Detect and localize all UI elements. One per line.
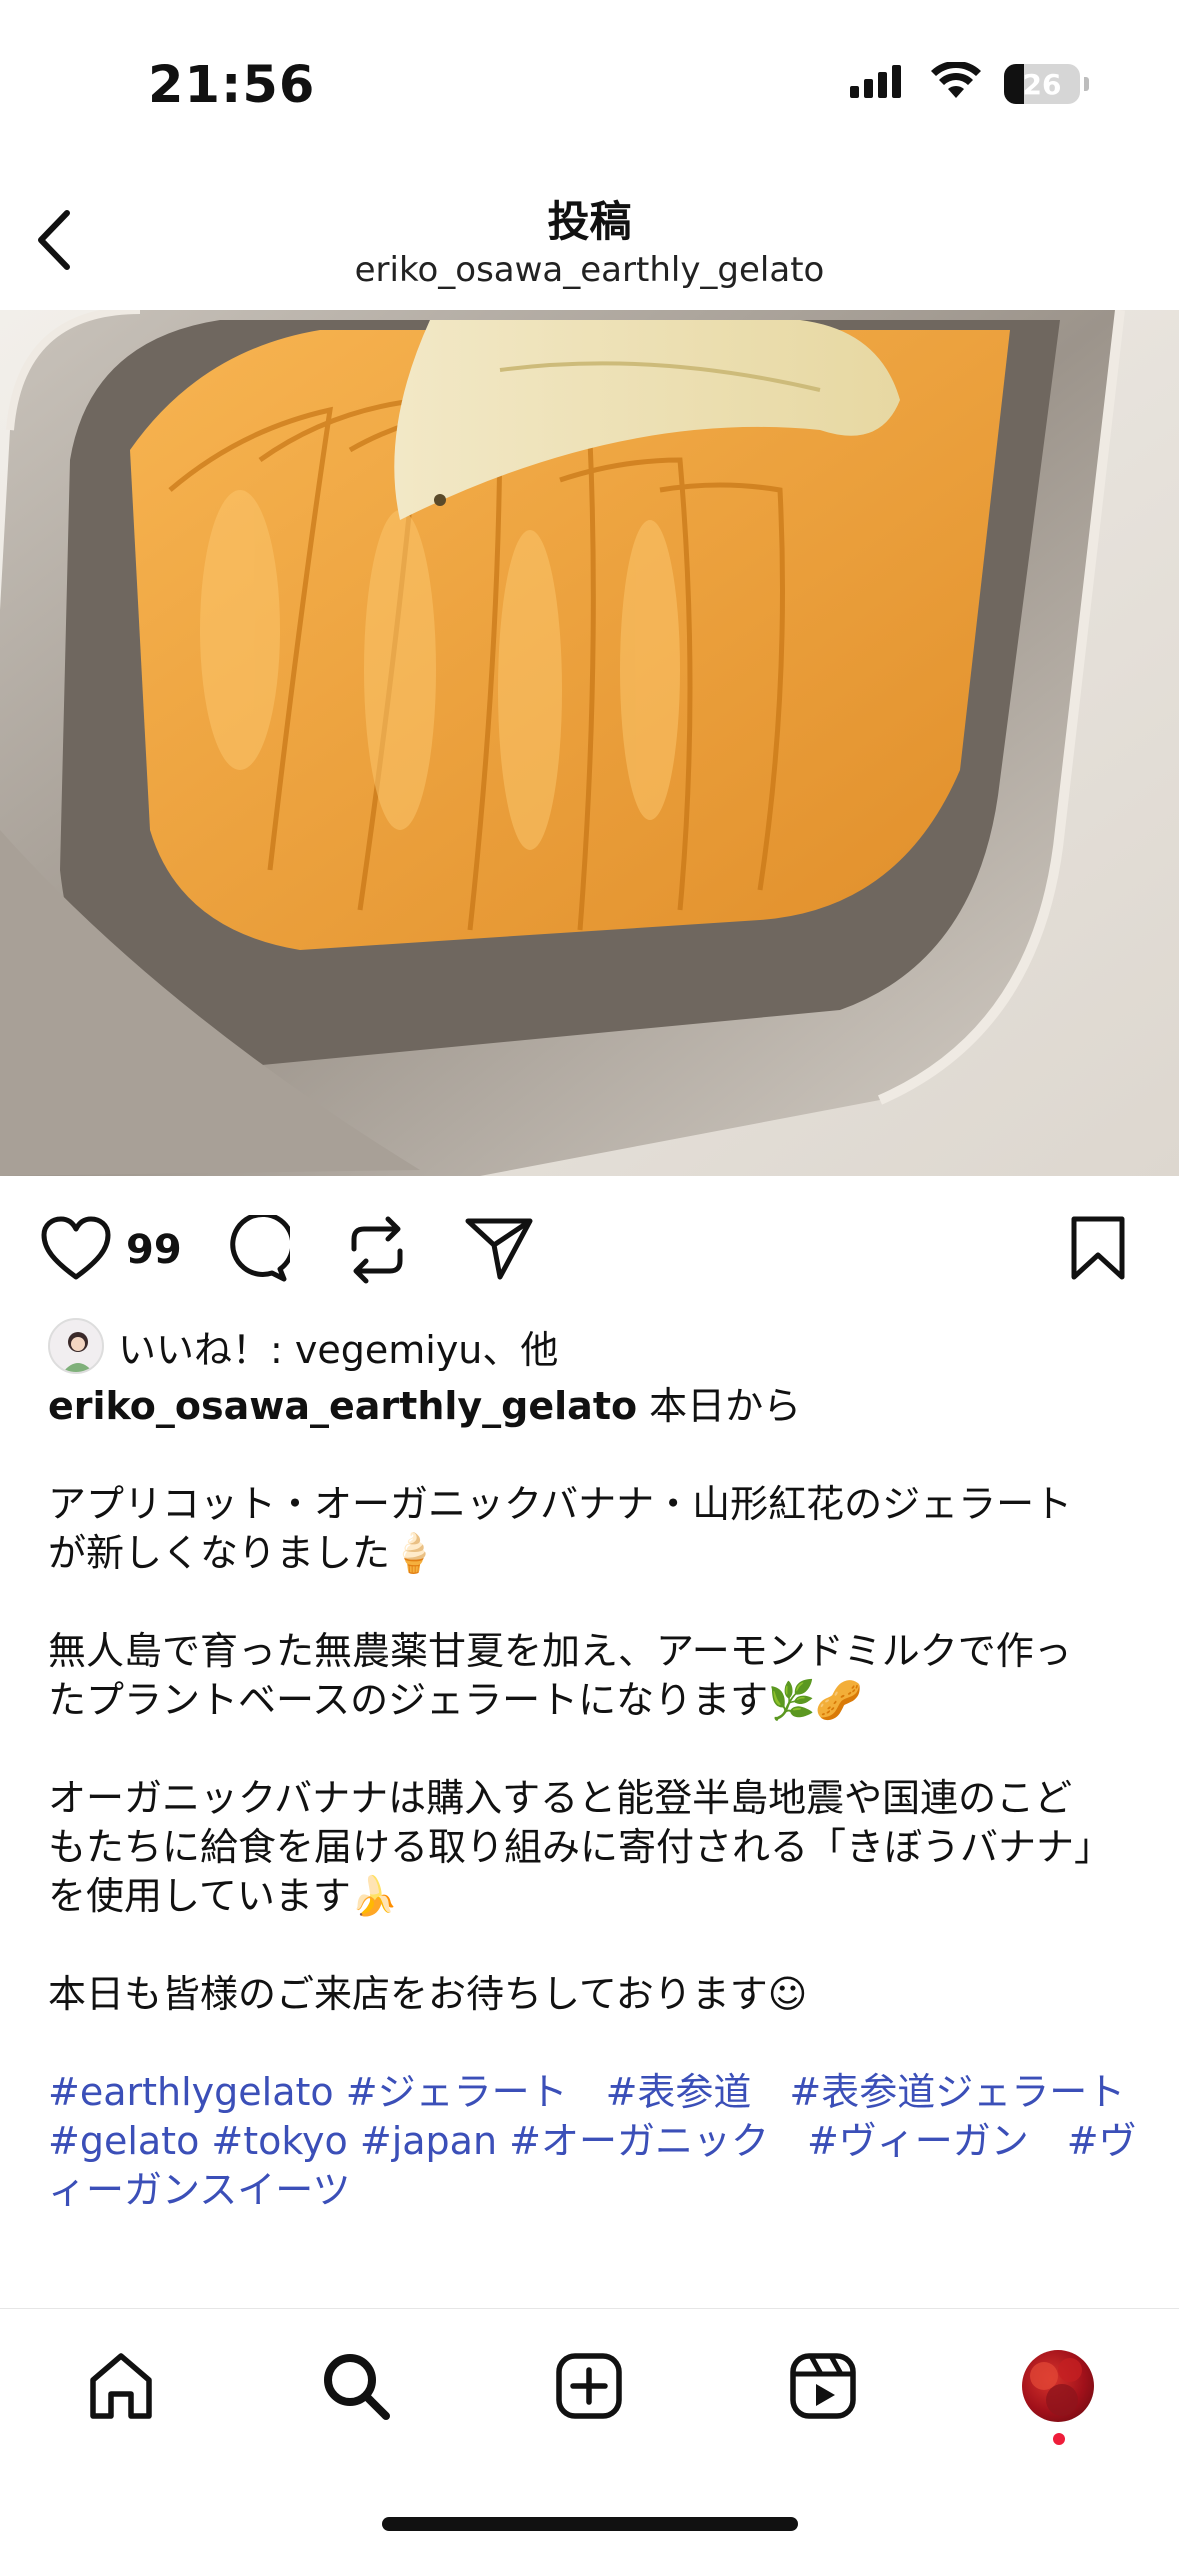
caption-line: たプラントベースのジェラートになります🌿🥜 — [48, 1678, 863, 1722]
post-actions: 99 — [0, 1205, 1179, 1305]
reels-icon — [790, 2353, 856, 2419]
page-title: 投稿 — [547, 197, 632, 246]
signal-icon — [850, 64, 908, 104]
caption-username[interactable]: eriko_osawa_earthly_gelato — [48, 1384, 637, 1428]
status-icons: 26 — [850, 60, 1089, 106]
post-caption: eriko_osawa_earthly_gelato 本日から アプリコット・オ… — [48, 1382, 1138, 2215]
avatar[interactable] — [48, 1318, 104, 1374]
search-icon — [324, 2354, 390, 2420]
caption-line: アプリコット・オーガニックバナナ・山形紅花のジェラート — [48, 1482, 1073, 1526]
likes-text: いいね！: vegemiyu、他 — [118, 1327, 559, 1372]
home-indicator — [382, 2517, 798, 2531]
notification-dot — [1053, 2433, 1065, 2445]
gelato-photo — [0, 310, 1179, 1176]
repost-icon — [351, 1216, 403, 1284]
nav-reels[interactable] — [778, 2341, 868, 2431]
comment-icon — [230, 1215, 290, 1282]
profile-avatar — [1022, 2350, 1094, 2422]
like-count[interactable]: 99 — [126, 1227, 182, 1273]
hashtag-line[interactable]: #earthlygelato #ジェラート #表参道 #表参道ジェラート — [48, 2068, 1138, 2117]
like-group: 99 — [40, 1215, 182, 1285]
heart-icon[interactable] — [40, 1215, 112, 1285]
hashtag-line[interactable]: ィーガンスイーツ — [48, 2166, 1138, 2215]
repost-button[interactable] — [344, 1215, 410, 1285]
battery-icon: 26 — [1004, 64, 1080, 104]
post-header: 投稿 eriko_osawa_earthly_gelato — [0, 160, 1179, 310]
caption-line: 本日も皆様のご来店をお待ちしております☺ — [48, 1972, 808, 2016]
nav-profile[interactable] — [1013, 2341, 1103, 2431]
status-time: 21:56 — [148, 56, 316, 115]
nav-home[interactable] — [76, 2341, 166, 2431]
caption-line: もたちに給食を届ける取り組みに寄付される「きぼうバナナ」 — [48, 1825, 1113, 1869]
caption-line: が新しくなりました🍦 — [48, 1531, 438, 1575]
caption-line: オーガニックバナナは購入すると能登半島地震や国連のこど — [48, 1776, 1073, 1820]
nav-create[interactable] — [544, 2341, 634, 2431]
nav-search[interactable] — [311, 2341, 401, 2431]
share-icon — [465, 1218, 533, 1280]
comment-button[interactable] — [222, 1215, 290, 1283]
post-image[interactable] — [0, 310, 1179, 1176]
bookmark-icon — [1071, 1216, 1125, 1280]
caption-first-line: 本日から — [637, 1384, 802, 1428]
battery-cap — [1084, 77, 1089, 91]
hashtag-line[interactable]: #gelato #tokyo #japan #オーガニック #ヴィーガン #ヴ — [48, 2117, 1138, 2166]
caption-line: 無人島で育った無農薬甘夏を加え、アーモンドミルクで作っ — [48, 1629, 1072, 1673]
page-subtitle[interactable]: eriko_osawa_earthly_gelato — [0, 250, 1179, 290]
likes-line[interactable]: いいね！: vegemiyu、他 — [48, 1318, 558, 1374]
home-icon — [90, 2353, 152, 2419]
create-icon — [556, 2353, 622, 2419]
bookmark-button[interactable] — [1070, 1215, 1126, 1281]
status-bar: 21:56 26 — [0, 0, 1179, 150]
caption-line: を使用しています🍌 — [48, 1874, 399, 1918]
wifi-icon — [930, 60, 982, 106]
share-button[interactable] — [464, 1215, 534, 1281]
battery-level: 26 — [1022, 67, 1062, 101]
